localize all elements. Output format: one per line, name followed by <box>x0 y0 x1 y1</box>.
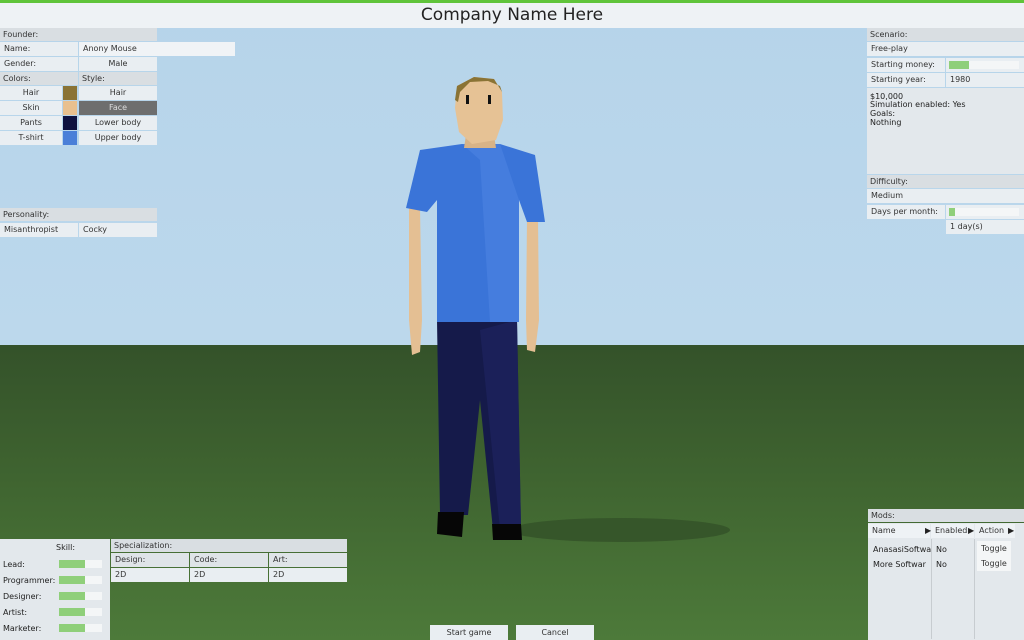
company-name-title[interactable]: Company Name Here <box>421 5 603 25</box>
personality-trait-1[interactable]: Misanthropist <box>0 223 78 237</box>
skill-label-programmer: Programmer: <box>3 576 56 585</box>
skill-slider-lead[interactable] <box>59 560 102 568</box>
scenario-header: Scenario: <box>867 28 1024 41</box>
starting-money-label: Starting money: <box>867 58 945 72</box>
hair-color-swatch[interactable] <box>63 86 77 100</box>
color-label-pants: Pants <box>0 116 62 130</box>
skills-header: Skill: <box>56 543 76 552</box>
starting-year-label: Starting year: <box>867 73 945 87</box>
skill-slider-artist[interactable] <box>59 608 102 616</box>
spec-art-value[interactable]: 2D <box>269 568 347 582</box>
desc-goals: Goals: <box>870 109 896 118</box>
desc-nothing: Nothing <box>870 118 902 127</box>
starting-money-fill <box>949 61 969 69</box>
days-per-month-value: 1 day(s) <box>946 220 1024 234</box>
mods-col-divider <box>931 539 932 639</box>
difficulty-header: Difficulty: <box>867 175 1024 188</box>
style-upper-body[interactable]: Upper body <box>79 131 157 145</box>
skill-label-designer: Designer: <box>3 592 42 601</box>
specialization-header: Specialization: <box>111 539 347 552</box>
days-per-month-slider[interactable] <box>949 208 1019 216</box>
skill-fill-marketer <box>59 624 85 632</box>
character-shoe-left <box>437 512 464 537</box>
name-label: Name: <box>0 42 78 56</box>
skill-slider-designer[interactable] <box>59 592 102 600</box>
spec-col-code: Code: <box>190 553 268 567</box>
sort-arrow-icon[interactable]: ▶ <box>968 526 974 535</box>
cancel-button[interactable]: Cancel <box>516 625 594 640</box>
character-arm-right <box>526 218 539 352</box>
mod-enabled-1: No <box>936 545 947 554</box>
mod-name-2: More Softwar <box>873 560 926 569</box>
skin-color-swatch[interactable] <box>63 101 77 115</box>
color-label-skin: Skin <box>0 101 62 115</box>
skill-label-lead: Lead: <box>3 560 25 569</box>
style-lower-body[interactable]: Lower body <box>79 116 157 130</box>
title-bar: Company Name Here <box>0 0 1024 28</box>
difficulty-selector[interactable]: Medium <box>867 189 1024 203</box>
character-arm-left <box>409 208 422 355</box>
colors-label: Colors: <box>0 72 78 85</box>
mod-name-1: AnasasiSoftwa <box>873 545 931 554</box>
skill-fill-designer <box>59 592 85 600</box>
style-hair[interactable]: Hair <box>79 86 157 100</box>
scenario-selector[interactable]: Free-play <box>867 42 1024 56</box>
character-shoe-right <box>492 524 522 540</box>
color-label-hair: Hair <box>0 86 62 100</box>
mods-header: Mods: <box>868 509 1024 522</box>
mods-col-divider <box>974 539 975 639</box>
character-shirt <box>406 144 545 322</box>
style-face[interactable]: Face <box>79 101 157 115</box>
spec-col-design: Design: <box>111 553 189 567</box>
spec-col-art: Art: <box>269 553 347 567</box>
mod-enabled-2: No <box>936 560 947 569</box>
tshirt-color-swatch[interactable] <box>63 131 77 145</box>
style-label: Style: <box>79 72 157 85</box>
starting-money-slider[interactable] <box>949 61 1019 69</box>
skill-fill-lead <box>59 560 85 568</box>
personality-header: Personality: <box>0 208 157 221</box>
desc-simulation: Simulation enabled: Yes <box>870 100 966 109</box>
mods-col-name[interactable]: Name <box>868 524 930 538</box>
sort-arrow-icon[interactable]: ▶ <box>1008 526 1014 535</box>
founder-header: Founder: <box>0 28 157 41</box>
days-per-month-fill <box>949 208 955 216</box>
start-game-button[interactable]: Start game <box>430 625 508 640</box>
mod-toggle-button-1[interactable]: Toggle <box>977 541 1011 556</box>
skill-fill-artist <box>59 608 85 616</box>
mod-toggle-button-2[interactable]: Toggle <box>977 556 1011 571</box>
skill-label-marketer: Marketer: <box>3 624 42 633</box>
skill-label-artist: Artist: <box>3 608 28 617</box>
color-label-tshirt: T-shirt <box>0 131 62 145</box>
starting-money-slider-cell <box>946 58 1024 72</box>
starting-year-field[interactable]: 1980 <box>946 73 1024 87</box>
spec-design-value[interactable]: 2D <box>111 568 189 582</box>
skill-fill-programmer <box>59 576 85 584</box>
personality-trait-2[interactable]: Cocky <box>79 223 157 237</box>
gender-selector[interactable]: Male <box>79 57 157 71</box>
scenario-description: $10,000 Simulation enabled: Yes Goals: N… <box>867 88 1024 174</box>
days-per-month-label: Days per month: <box>867 205 945 219</box>
skill-slider-programmer[interactable] <box>59 576 102 584</box>
pants-color-swatch[interactable] <box>63 116 77 130</box>
character-shadow <box>510 518 730 542</box>
days-per-month-slider-cell <box>946 205 1024 219</box>
gender-label: Gender: <box>0 57 78 71</box>
spec-code-value[interactable]: 2D <box>190 568 268 582</box>
skill-slider-marketer[interactable] <box>59 624 102 632</box>
name-field[interactable]: Anony Mouse <box>79 42 235 56</box>
